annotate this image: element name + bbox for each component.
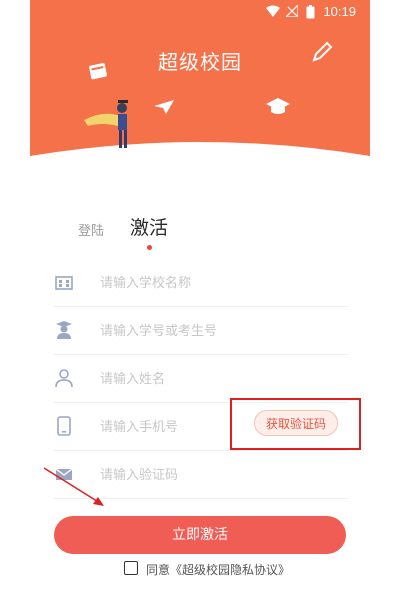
annotation-arrow [43,467,104,506]
